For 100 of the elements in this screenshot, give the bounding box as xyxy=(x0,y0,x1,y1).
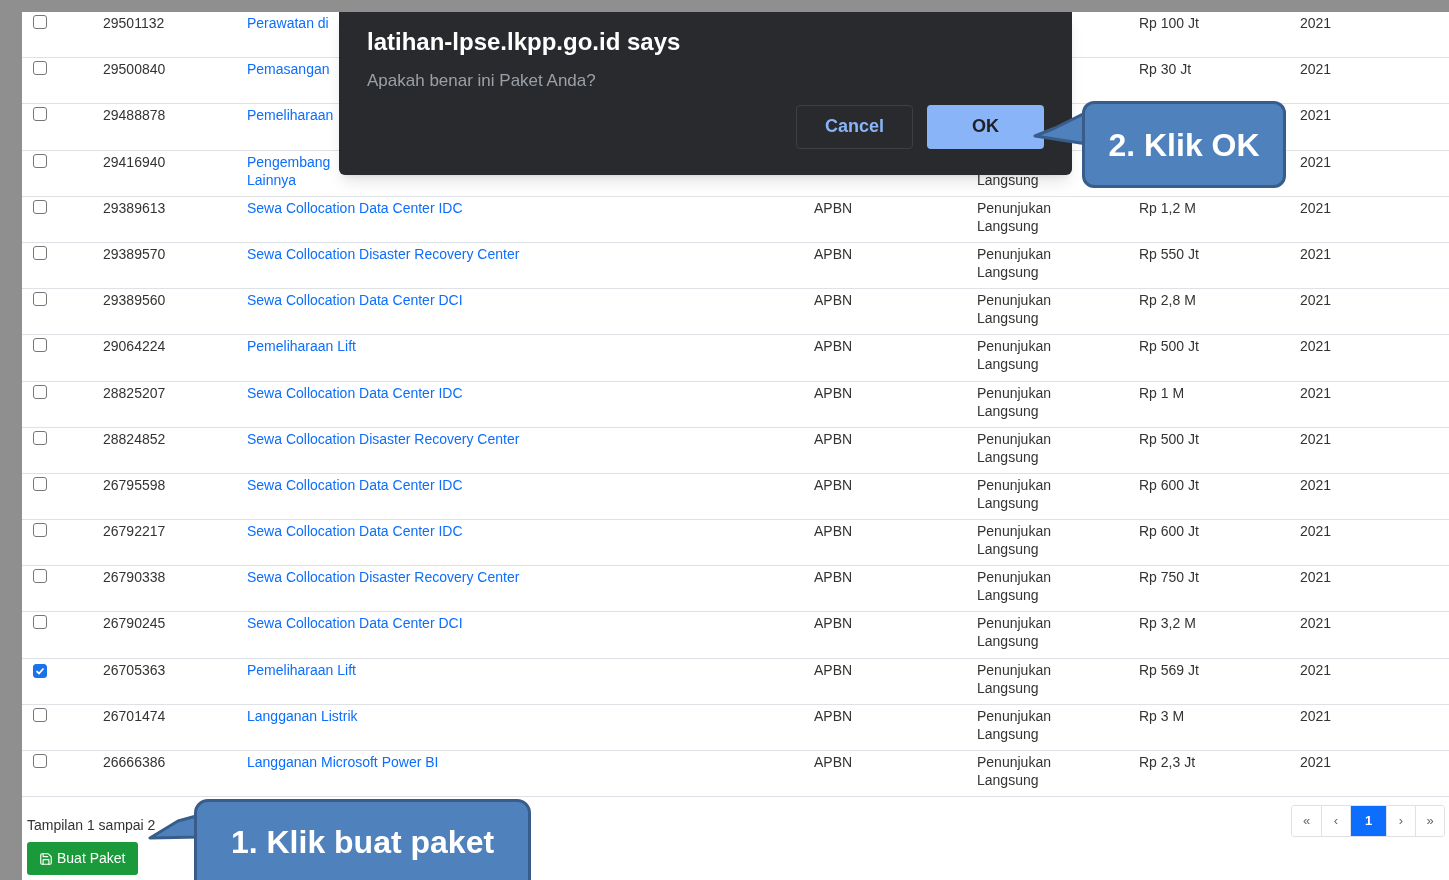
package-id: 26705363 xyxy=(103,661,166,678)
budget-year: 2021 xyxy=(1300,61,1332,78)
package-id: 26790245 xyxy=(103,615,166,632)
fund-source: APBN xyxy=(814,569,853,586)
package-link[interactable]: Pemasangan xyxy=(247,60,330,79)
page-button[interactable]: » xyxy=(1415,806,1444,837)
checkbox[interactable] xyxy=(33,338,47,353)
package-link[interactable]: Sewa Collocation Data Center IDC xyxy=(247,475,463,494)
package-link[interactable]: Sewa Collocation Data Center IDC xyxy=(247,522,463,541)
checkbox[interactable] xyxy=(33,615,47,630)
package-id: 29416940 xyxy=(103,153,166,170)
budget-amount: Rp 500 Jt xyxy=(1139,430,1199,447)
procurement-method: Penunjukan Langsung xyxy=(977,661,1051,696)
checkbox[interactable] xyxy=(33,523,47,538)
fund-source: APBN xyxy=(814,199,853,216)
fund-source: APBN xyxy=(814,615,853,632)
package-link[interactable]: Sewa Collocation Data Center IDC xyxy=(247,383,463,402)
package-link[interactable]: Pemeliharaan Lift xyxy=(247,337,356,356)
checkbox[interactable] xyxy=(33,476,47,491)
checkbox[interactable] xyxy=(33,663,47,678)
package-link[interactable]: Sewa Collocation Data Center DCI xyxy=(247,614,463,633)
package-id: 29488878 xyxy=(103,107,166,124)
fund-source: APBN xyxy=(814,384,853,401)
checkbox[interactable] xyxy=(33,15,47,29)
procurement-method: Penunjukan Langsung xyxy=(977,754,1051,788)
cancel-button[interactable]: Cancel xyxy=(796,104,913,149)
procurement-method: Langsung xyxy=(977,171,1039,188)
package-id: 29389570 xyxy=(103,245,166,262)
package-id: 29389560 xyxy=(103,292,166,309)
page-button[interactable]: 1 xyxy=(1350,806,1386,837)
callout: 2. Klik OK xyxy=(1082,101,1286,188)
budget-amount: Rp 30 Jt xyxy=(1139,61,1192,78)
checkbox[interactable] xyxy=(33,754,47,768)
checkbox[interactable] xyxy=(33,107,47,122)
budget-amount: Rp 550 Jt xyxy=(1139,245,1199,262)
package-id: 26666386 xyxy=(103,754,166,770)
package-link[interactable]: Pemeliharaan Lift xyxy=(247,660,356,679)
package-link[interactable]: Sewa Collocation Disaster Recovery Center xyxy=(247,429,520,448)
check-icon xyxy=(35,665,45,676)
package-link[interactable]: Langganan Listrik xyxy=(247,706,358,725)
checkbox[interactable] xyxy=(33,292,47,307)
checkbox[interactable] xyxy=(33,569,47,584)
budget-year: 2021 xyxy=(1300,476,1332,493)
budget-year: 2021 xyxy=(1300,245,1332,262)
procurement-method: Penunjukan Langsung xyxy=(977,384,1051,419)
package-id: 26790338 xyxy=(103,569,166,586)
budget-amount: Rp 1,2 M xyxy=(1139,199,1196,216)
budget-amount: Rp 750 Jt xyxy=(1139,569,1199,586)
fund-source: APBN xyxy=(814,754,853,770)
fund-source: APBN xyxy=(814,292,853,309)
budget-amount: Rp 2,3 Jt xyxy=(1139,754,1196,770)
callout: 1. Klik buat paket xyxy=(194,799,531,880)
fund-source: APBN xyxy=(814,430,853,447)
package-link[interactable]: Pengembang Lainnya xyxy=(247,152,331,189)
budget-amount: Rp 100 Jt xyxy=(1139,15,1199,31)
budget-year: 2021 xyxy=(1300,153,1332,170)
checkbox[interactable] xyxy=(33,153,47,168)
budget-year: 2021 xyxy=(1300,430,1332,447)
budget-year: 2021 xyxy=(1300,292,1332,309)
checkbox[interactable] xyxy=(33,430,47,445)
budget-amount: Rp 569 Jt xyxy=(1139,661,1199,678)
fund-source: APBN xyxy=(814,523,853,540)
budget-amount: Rp 500 Jt xyxy=(1139,338,1199,355)
procurement-method: Penunjukan Langsung xyxy=(977,569,1051,604)
package-link[interactable]: Sewa Collocation Disaster Recovery Center xyxy=(247,568,520,587)
package-link[interactable]: Langganan Microsoft Power BI xyxy=(247,753,439,771)
procurement-method: Penunjukan Langsung xyxy=(977,338,1051,373)
package-id: 29064224 xyxy=(103,338,166,355)
package-id: 26795598 xyxy=(103,476,166,493)
create-package-button[interactable]: Buat Paket xyxy=(27,842,138,876)
ok-button[interactable]: OK xyxy=(927,104,1044,149)
package-id: 29389613 xyxy=(103,199,166,216)
dialog-message: Apakah benar ini Paket Anda? xyxy=(367,70,597,92)
package-link[interactable]: Sewa Collocation Data Center IDC xyxy=(247,198,463,217)
package-link[interactable]: Sewa Collocation Data Center DCI xyxy=(247,291,463,310)
budget-amount: Rp 2,8 M xyxy=(1139,292,1196,309)
budget-year: 2021 xyxy=(1300,199,1332,216)
checkbox[interactable] xyxy=(33,199,47,214)
checkbox[interactable] xyxy=(33,245,47,260)
table-info: Tampilan 1 sampai 2 xyxy=(27,816,156,836)
package-id: 26792217 xyxy=(103,523,166,540)
package-id: 29501132 xyxy=(103,15,165,31)
checkbox[interactable] xyxy=(33,384,47,399)
package-link[interactable]: Sewa Collocation Disaster Recovery Center xyxy=(247,244,520,263)
budget-year: 2021 xyxy=(1300,107,1332,124)
checkbox[interactable] xyxy=(33,707,47,722)
procurement-method: Penunjukan Langsung xyxy=(977,707,1051,742)
fund-source: APBN xyxy=(814,245,853,262)
procurement-method: Penunjukan Langsung xyxy=(977,476,1051,511)
package-id: 26701474 xyxy=(103,707,166,724)
checkbox[interactable] xyxy=(33,61,47,76)
budget-year: 2021 xyxy=(1300,15,1332,31)
package-link[interactable]: Perawatan di xyxy=(247,14,329,32)
dialog-title: latihan-lpse.lkpp.go.id says xyxy=(367,27,682,57)
package-id: 29500840 xyxy=(103,61,166,78)
procurement-method: Penunjukan Langsung xyxy=(977,430,1051,465)
budget-amount: Rp 3 M xyxy=(1139,707,1185,724)
procurement-method: Penunjukan Langsung xyxy=(977,245,1051,280)
package-link[interactable]: Pemeliharaan xyxy=(247,106,334,125)
procurement-method: Penunjukan Langsung xyxy=(977,615,1051,650)
